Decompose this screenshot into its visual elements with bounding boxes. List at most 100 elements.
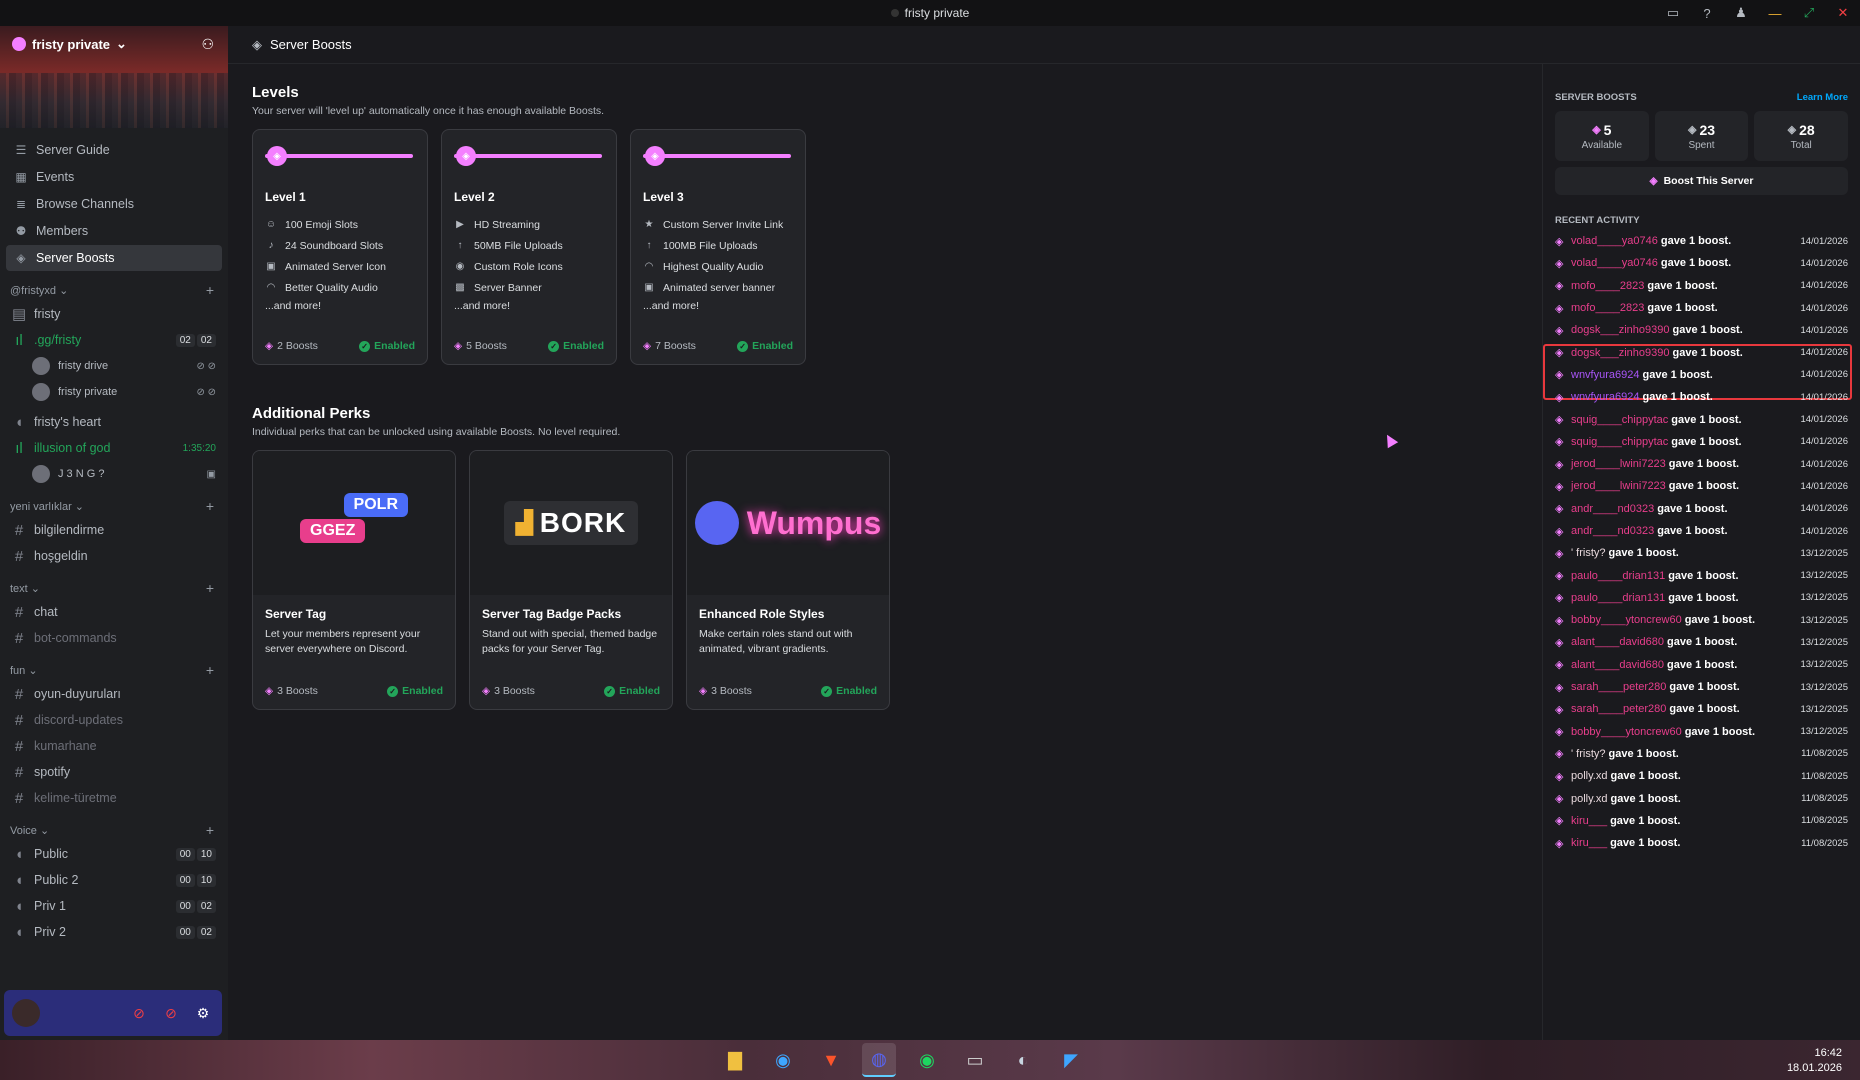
boost-gem-icon: ◈: [1555, 837, 1564, 850]
voice-channel[interactable]: ◖ Public 00 10: [0, 841, 228, 867]
category-text[interactable]: text ⌄ +: [0, 577, 228, 599]
boost-gem-icon: ◈: [1555, 681, 1564, 694]
activity-user[interactable]: ' fristy?: [1571, 547, 1606, 559]
channel-illusion-of-god[interactable]: ıl illusion of god 1:35:20: [0, 435, 228, 461]
voice-channel[interactable]: ◖ Priv 1 00 02: [0, 893, 228, 919]
activity-user[interactable]: volad____ya0746: [1571, 235, 1658, 247]
activity-user[interactable]: bobby____ytoncrew60: [1571, 614, 1682, 626]
speaker-icon: ◖: [14, 413, 24, 431]
add-channel-icon[interactable]: +: [206, 822, 214, 838]
activity-user[interactable]: polly.xd: [1571, 770, 1607, 782]
level-card[interactable]: ◈ Level 1 ☺ 100 Emoji Slots ♪ 24 Soundboar…: [252, 129, 428, 365]
add-channel-icon[interactable]: +: [206, 282, 214, 298]
activity-user[interactable]: volad____ya0746: [1571, 257, 1658, 269]
channel-bot-commands[interactable]: # bot-commands: [0, 625, 228, 651]
nav-server-guide[interactable]: ☰ Server Guide: [6, 137, 222, 163]
activity-user[interactable]: kiru___: [1571, 837, 1607, 849]
inbox-icon[interactable]: ▭: [1662, 3, 1684, 23]
activity-user[interactable]: polly.xd: [1571, 793, 1607, 805]
activity-user[interactable]: andr____nd0323: [1571, 503, 1654, 515]
channel-fristy[interactable]: ▤ fristy: [0, 301, 228, 327]
nav-server-boosts[interactable]: ◈ Server Boosts: [6, 245, 222, 271]
activity-user[interactable]: dogsk___zinho9390: [1571, 324, 1669, 336]
upload-icon: ↑: [646, 240, 652, 251]
avatar[interactable]: [12, 999, 40, 1027]
spotify-icon[interactable]: ◉: [910, 1043, 944, 1077]
add-channel-icon[interactable]: +: [206, 580, 214, 596]
guide-icon: ☰: [15, 143, 27, 157]
nav-events[interactable]: ▦ Events: [6, 164, 222, 190]
gear-icon[interactable]: ⚙: [192, 1002, 214, 1024]
activity-user[interactable]: dogsk___zinho9390: [1571, 347, 1669, 359]
brave-icon[interactable]: ▼: [814, 1043, 848, 1077]
avatar: [32, 357, 50, 375]
browser-icon[interactable]: ◉: [766, 1043, 800, 1077]
activity-user[interactable]: mofo____2823: [1571, 302, 1644, 314]
channel-oyun-duyurulari[interactable]: # oyun-duyuruları: [0, 681, 228, 707]
activity-user[interactable]: andr____nd0323: [1571, 525, 1654, 537]
discord-icon[interactable]: ◍: [862, 1043, 896, 1077]
activity-user[interactable]: alant____david680: [1571, 636, 1664, 648]
voice-channel[interactable]: ◖ Public 2 00 10: [0, 867, 228, 893]
category-fristyxd[interactable]: @fristyxd ⌄ +: [0, 279, 228, 301]
category-yeni-varliklar[interactable]: yeni varlıklar ⌄ +: [0, 495, 228, 517]
minimize-button[interactable]: —: [1764, 3, 1786, 23]
add-channel-icon[interactable]: +: [206, 662, 214, 678]
channel-chat[interactable]: # chat: [0, 599, 228, 625]
activity-user[interactable]: jerod____lwini7223: [1571, 480, 1666, 492]
channel-kelime-turetme[interactable]: # kelime-türetme: [0, 785, 228, 811]
terminal-icon[interactable]: ▭: [958, 1043, 992, 1077]
perk-card[interactable]: POLR GGEZ Server Tag Let your members rep…: [252, 450, 456, 710]
nitro-icon[interactable]: ♟: [1730, 3, 1752, 23]
deafened-icon[interactable]: ⊘: [160, 1002, 182, 1024]
channel-discord-updates[interactable]: # discord-updates: [0, 707, 228, 733]
boost-this-server-button[interactable]: ◈ Boost This Server: [1555, 167, 1848, 195]
learn-more-link[interactable]: Learn More: [1797, 92, 1848, 103]
activity-user[interactable]: bobby____ytoncrew60: [1571, 726, 1682, 738]
channel-kumarhane[interactable]: # kumarhane: [0, 733, 228, 759]
close-button[interactable]: ✕: [1832, 3, 1854, 23]
file-explorer-icon[interactable]: ▇: [718, 1043, 752, 1077]
activity-user[interactable]: wnvfyura6924: [1571, 391, 1640, 403]
level-card[interactable]: ◈ Level 3 ★ Custom Server Invite Link ↑ 10…: [630, 129, 806, 365]
category-fun[interactable]: fun ⌄ +: [0, 659, 228, 681]
channel-gg-fristy[interactable]: ıl .gg/fristy 02 02: [0, 327, 228, 353]
channel-bilgilendirme[interactable]: # bilgilendirme: [0, 517, 228, 543]
hash-icon: #: [14, 763, 24, 781]
boost-gem-icon: ◈: [1555, 570, 1564, 583]
voice-user[interactable]: J 3 N G ? ▣: [0, 461, 228, 487]
add-channel-icon[interactable]: +: [206, 498, 214, 514]
voice-user[interactable]: fristy private ⊘ ⊘: [0, 379, 228, 405]
channel-hosgeldin[interactable]: # hoşgeldin: [0, 543, 228, 569]
invite-people-icon[interactable]: ⚇: [201, 36, 214, 53]
activity-user[interactable]: squig____chippytac: [1571, 414, 1668, 426]
server-name-dropdown[interactable]: fristy private ⌄: [12, 36, 216, 52]
mic-muted-icon[interactable]: ⊘: [128, 1002, 150, 1024]
nav-browse-channels[interactable]: ≣ Browse Channels: [6, 191, 222, 217]
activity-user[interactable]: paulo____drian131: [1571, 570, 1665, 582]
voice-channel[interactable]: ◖ Priv 2 00 02: [0, 919, 228, 945]
perk-card[interactable]: ▟ BORK Server Tag Badge Packs Stand out w…: [469, 450, 673, 710]
help-icon[interactable]: ?: [1696, 3, 1718, 23]
channel-spotify[interactable]: # spotify: [0, 759, 228, 785]
activity-user[interactable]: ' fristy?: [1571, 748, 1606, 760]
level-card[interactable]: ◈ Level 2 ▶ HD Streaming ↑ 50MB File Uploa…: [441, 129, 617, 365]
activity-user[interactable]: alant____david680: [1571, 659, 1664, 671]
activity-user[interactable]: sarah____peter280: [1571, 703, 1666, 715]
activity-user[interactable]: mofo____2823: [1571, 280, 1644, 292]
activity-user[interactable]: kiru___: [1571, 815, 1607, 827]
system-clock[interactable]: 16:42 18.01.2026: [1787, 1046, 1842, 1077]
channel-fristys-heart[interactable]: ◖ fristy's heart: [0, 409, 228, 435]
voice-user[interactable]: fristy drive ⊘ ⊘: [0, 353, 228, 379]
activity-user[interactable]: paulo____drian131: [1571, 592, 1665, 604]
category-voice[interactable]: Voice ⌄ +: [0, 819, 228, 841]
activity-user[interactable]: squig____chippytac: [1571, 436, 1668, 448]
maximize-button[interactable]: ⤢: [1798, 3, 1820, 23]
vscode-icon[interactable]: ◤: [1054, 1043, 1088, 1077]
activity-user[interactable]: jerod____lwini7223: [1571, 458, 1666, 470]
nav-members[interactable]: ⚉ Members: [6, 218, 222, 244]
activity-user[interactable]: wnvfyura6924: [1571, 369, 1640, 381]
steam-icon[interactable]: ◐: [1006, 1043, 1040, 1077]
activity-user[interactable]: sarah____peter280: [1571, 681, 1666, 693]
perk-card[interactable]: Wumpus Enhanced Role Styles Make certain…: [686, 450, 890, 710]
